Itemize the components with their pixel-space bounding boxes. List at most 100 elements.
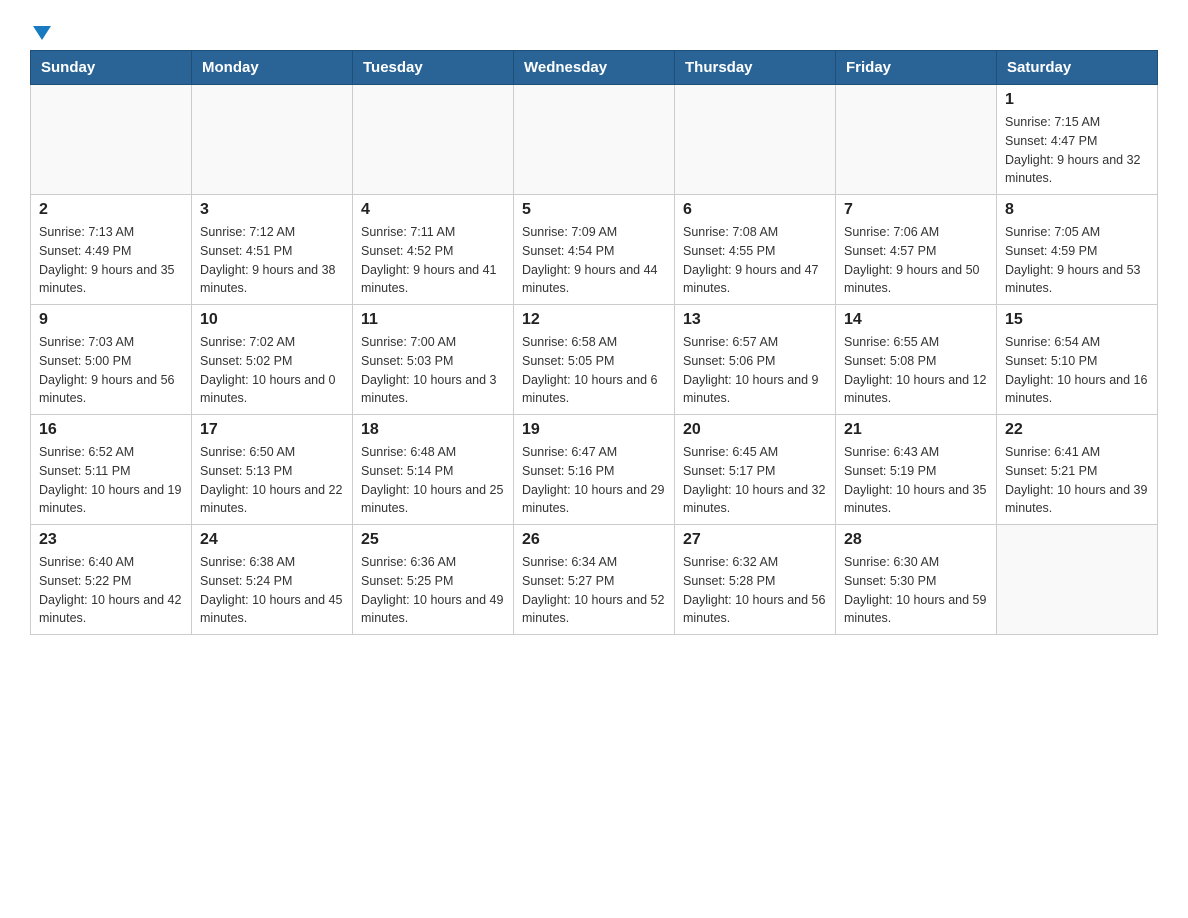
calendar-cell: 9Sunrise: 7:03 AM Sunset: 5:00 PM Daylig… bbox=[31, 305, 192, 415]
day-number: 10 bbox=[200, 311, 344, 329]
day-number: 14 bbox=[844, 311, 988, 329]
calendar-cell: 19 Sunrise: 6:47 AM Sunset: 5:16 PM Dayli… bbox=[514, 415, 675, 525]
weekday-header-thursday: Thursday bbox=[675, 51, 836, 85]
calendar-cell bbox=[192, 85, 353, 195]
calendar-cell: 3 Sunrise: 7:12 AM Sunset: 4:51 PM Daylig… bbox=[192, 195, 353, 305]
calendar-cell: 11 Sunrise: 7:00 AM Sunset: 5:03 PM Dayli… bbox=[353, 305, 514, 415]
calendar-cell bbox=[353, 85, 514, 195]
calendar-cell: 25 Sunrise: 6:36 AM Sunset: 5:25 PM Dayli… bbox=[353, 525, 514, 635]
calendar-cell: 24 Sunrise: 6:38 AM Sunset: 5:24 PM Dayli… bbox=[192, 525, 353, 635]
day-info: Sunrise: 6:57 AM Sunset: 5:06 PM Dayligh… bbox=[683, 333, 827, 408]
day-number: 22 bbox=[1005, 421, 1149, 439]
calendar-cell: 15 Sunrise: 6:54 AM Sunset: 5:10 PM Dayli… bbox=[997, 305, 1158, 415]
calendar-cell: 7 Sunrise: 7:06 AM Sunset: 4:57 PM Daylig… bbox=[836, 195, 997, 305]
day-number: 27 bbox=[683, 531, 827, 549]
weekday-header-saturday: Saturday bbox=[997, 51, 1158, 85]
day-number: 17 bbox=[200, 421, 344, 439]
day-info: Sunrise: 6:58 AM Sunset: 5:05 PM Dayligh… bbox=[522, 333, 666, 408]
calendar-cell: 21 Sunrise: 6:43 AM Sunset: 5:19 PM Dayli… bbox=[836, 415, 997, 525]
calendar-cell: 28 Sunrise: 6:30 AM Sunset: 5:30 PM Dayli… bbox=[836, 525, 997, 635]
day-info: Sunrise: 6:52 AM Sunset: 5:11 PM Dayligh… bbox=[39, 443, 183, 518]
day-number: 4 bbox=[361, 201, 505, 219]
calendar-cell: 18 Sunrise: 6:48 AM Sunset: 5:14 PM Dayli… bbox=[353, 415, 514, 525]
day-info: Sunrise: 6:48 AM Sunset: 5:14 PM Dayligh… bbox=[361, 443, 505, 518]
calendar-cell bbox=[514, 85, 675, 195]
calendar-cell bbox=[31, 85, 192, 195]
calendar-cell: 20 Sunrise: 6:45 AM Sunset: 5:17 PM Dayli… bbox=[675, 415, 836, 525]
calendar-cell: 10 Sunrise: 7:02 AM Sunset: 5:02 PM Dayli… bbox=[192, 305, 353, 415]
calendar-cell: 1 Sunrise: 7:15 AM Sunset: 4:47 PM Daylig… bbox=[997, 85, 1158, 195]
day-number: 23 bbox=[39, 531, 183, 549]
day-number: 25 bbox=[361, 531, 505, 549]
day-info: Sunrise: 6:54 AM Sunset: 5:10 PM Dayligh… bbox=[1005, 333, 1149, 408]
day-info: Sunrise: 7:12 AM Sunset: 4:51 PM Dayligh… bbox=[200, 223, 344, 298]
weekday-header-monday: Monday bbox=[192, 51, 353, 85]
calendar-cell: 17Sunrise: 6:50 AM Sunset: 5:13 PM Dayli… bbox=[192, 415, 353, 525]
day-info: Sunrise: 6:38 AM Sunset: 5:24 PM Dayligh… bbox=[200, 553, 344, 628]
week-row-2: 2Sunrise: 7:13 AM Sunset: 4:49 PM Daylig… bbox=[31, 195, 1158, 305]
calendar-cell bbox=[997, 525, 1158, 635]
day-info: Sunrise: 7:06 AM Sunset: 4:57 PM Dayligh… bbox=[844, 223, 988, 298]
day-info: Sunrise: 6:43 AM Sunset: 5:19 PM Dayligh… bbox=[844, 443, 988, 518]
day-info: Sunrise: 6:32 AM Sunset: 5:28 PM Dayligh… bbox=[683, 553, 827, 628]
day-info: Sunrise: 7:05 AM Sunset: 4:59 PM Dayligh… bbox=[1005, 223, 1149, 298]
week-row-5: 23 Sunrise: 6:40 AM Sunset: 5:22 PM Dayli… bbox=[31, 525, 1158, 635]
day-info: Sunrise: 7:08 AM Sunset: 4:55 PM Dayligh… bbox=[683, 223, 827, 298]
calendar-cell: 22 Sunrise: 6:41 AM Sunset: 5:21 PM Dayli… bbox=[997, 415, 1158, 525]
day-info: Sunrise: 7:15 AM Sunset: 4:47 PM Dayligh… bbox=[1005, 113, 1149, 188]
day-info: Sunrise: 7:00 AM Sunset: 5:03 PM Dayligh… bbox=[361, 333, 505, 408]
day-number: 5 bbox=[522, 201, 666, 219]
weekday-header-wednesday: Wednesday bbox=[514, 51, 675, 85]
logo-arrow-icon bbox=[33, 26, 51, 40]
day-number: 26 bbox=[522, 531, 666, 549]
day-info: Sunrise: 6:45 AM Sunset: 5:17 PM Dayligh… bbox=[683, 443, 827, 518]
weekday-header-row: SundayMondayTuesdayWednesdayThursdayFrid… bbox=[31, 51, 1158, 85]
calendar-cell: 14 Sunrise: 6:55 AM Sunset: 5:08 PM Dayli… bbox=[836, 305, 997, 415]
calendar-cell: 8 Sunrise: 7:05 AM Sunset: 4:59 PM Daylig… bbox=[997, 195, 1158, 305]
day-number: 16 bbox=[39, 421, 183, 439]
week-row-4: 16 Sunrise: 6:52 AM Sunset: 5:11 PM Dayli… bbox=[31, 415, 1158, 525]
calendar-cell: 23 Sunrise: 6:40 AM Sunset: 5:22 PM Dayli… bbox=[31, 525, 192, 635]
calendar-cell bbox=[836, 85, 997, 195]
calendar-cell: 2Sunrise: 7:13 AM Sunset: 4:49 PM Daylig… bbox=[31, 195, 192, 305]
day-info: Sunrise: 6:36 AM Sunset: 5:25 PM Dayligh… bbox=[361, 553, 505, 628]
calendar-cell bbox=[675, 85, 836, 195]
day-number: 3 bbox=[200, 201, 344, 219]
weekday-header-sunday: Sunday bbox=[31, 51, 192, 85]
day-info: Sunrise: 6:55 AM Sunset: 5:08 PM Dayligh… bbox=[844, 333, 988, 408]
day-info: Sunrise: 6:41 AM Sunset: 5:21 PM Dayligh… bbox=[1005, 443, 1149, 518]
day-info: Sunrise: 6:34 AM Sunset: 5:27 PM Dayligh… bbox=[522, 553, 666, 628]
day-number: 15 bbox=[1005, 311, 1149, 329]
day-info: Sunrise: 7:13 AM Sunset: 4:49 PM Dayligh… bbox=[39, 223, 183, 298]
day-number: 28 bbox=[844, 531, 988, 549]
day-info: Sunrise: 7:09 AM Sunset: 4:54 PM Dayligh… bbox=[522, 223, 666, 298]
day-info: Sunrise: 6:30 AM Sunset: 5:30 PM Dayligh… bbox=[844, 553, 988, 628]
day-info: Sunrise: 7:11 AM Sunset: 4:52 PM Dayligh… bbox=[361, 223, 505, 298]
day-number: 7 bbox=[844, 201, 988, 219]
day-number: 8 bbox=[1005, 201, 1149, 219]
day-number: 18 bbox=[361, 421, 505, 439]
day-number: 11 bbox=[361, 311, 505, 329]
day-info: Sunrise: 6:40 AM Sunset: 5:22 PM Dayligh… bbox=[39, 553, 183, 628]
day-number: 1 bbox=[1005, 91, 1149, 109]
day-number: 24 bbox=[200, 531, 344, 549]
day-number: 21 bbox=[844, 421, 988, 439]
calendar-cell: 5 Sunrise: 7:09 AM Sunset: 4:54 PM Daylig… bbox=[514, 195, 675, 305]
day-info: Sunrise: 6:47 AM Sunset: 5:16 PM Dayligh… bbox=[522, 443, 666, 518]
day-number: 19 bbox=[522, 421, 666, 439]
calendar-cell: 16 Sunrise: 6:52 AM Sunset: 5:11 PM Dayli… bbox=[31, 415, 192, 525]
day-number: 9 bbox=[39, 311, 183, 329]
week-row-3: 9Sunrise: 7:03 AM Sunset: 5:00 PM Daylig… bbox=[31, 305, 1158, 415]
day-number: 20 bbox=[683, 421, 827, 439]
day-info: Sunrise: 7:02 AM Sunset: 5:02 PM Dayligh… bbox=[200, 333, 344, 408]
weekday-header-tuesday: Tuesday bbox=[353, 51, 514, 85]
header bbox=[30, 20, 1158, 40]
calendar-cell: 27 Sunrise: 6:32 AM Sunset: 5:28 PM Dayli… bbox=[675, 525, 836, 635]
calendar-table: SundayMondayTuesdayWednesdayThursdayFrid… bbox=[30, 50, 1158, 635]
week-row-1: 1 Sunrise: 7:15 AM Sunset: 4:47 PM Daylig… bbox=[31, 85, 1158, 195]
day-number: 13 bbox=[683, 311, 827, 329]
day-number: 6 bbox=[683, 201, 827, 219]
calendar-cell: 6 Sunrise: 7:08 AM Sunset: 4:55 PM Daylig… bbox=[675, 195, 836, 305]
logo bbox=[30, 20, 51, 40]
calendar-cell: 4 Sunrise: 7:11 AM Sunset: 4:52 PM Daylig… bbox=[353, 195, 514, 305]
